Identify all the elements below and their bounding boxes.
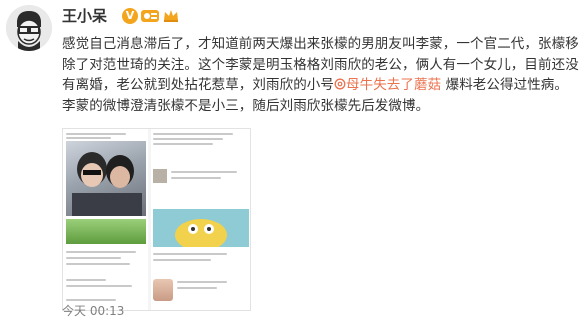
couple-photo [66, 141, 146, 216]
post-text: 感觉自己消息滞后了，才知道前两天爆出来张檬的男朋友叫李蒙，一个官二代，张檬移除了… [62, 34, 580, 116]
screenshot-text-line [171, 171, 237, 173]
screenshot-text-line [153, 143, 213, 145]
screenshot-text-line [66, 285, 132, 287]
at-mention-icon [334, 78, 346, 90]
crown-badge-icon[interactable] [162, 8, 180, 24]
weibo-post: 王小呆 V 感觉自己消息滞后了，才知道前两天爆出来张檬的男朋友叫李蒙，一个官二代… [0, 0, 585, 327]
landscape-photo [66, 219, 146, 244]
screenshot-text-line [66, 263, 130, 265]
small-thumbnail [153, 169, 167, 183]
post-timestamp[interactable]: 今天 00:13 [62, 303, 124, 319]
screenshot-text-line [66, 299, 116, 301]
screenshot-text-line [66, 133, 126, 135]
cartoon-character-photo [153, 209, 249, 251]
screenshot-text-line [153, 138, 223, 140]
baby-photo [153, 279, 173, 301]
cartoon-illustration [153, 209, 249, 251]
screenshot-text-line [153, 259, 211, 261]
couple-photo-illustration [72, 152, 142, 216]
user-mention-link[interactable]: 母牛失去了蘑菇 [346, 77, 441, 93]
user-badges: V [122, 6, 180, 26]
screenshot-text-line [66, 279, 106, 281]
user-avatar[interactable] [6, 5, 52, 51]
screenshot-text-line [153, 253, 227, 255]
screenshot-text-line [177, 281, 227, 283]
screenshot-text-line [66, 137, 111, 139]
screenshot-left-column [63, 129, 148, 310]
attached-screenshot-image[interactable] [62, 128, 251, 311]
screenshot-text-line [153, 133, 233, 135]
cartoon-glasses-avatar-icon [6, 5, 52, 51]
screenshot-text-line [177, 287, 217, 289]
screenshot-text-line [66, 251, 136, 253]
verified-badge-icon[interactable]: V [122, 8, 138, 24]
member-badge-icon[interactable] [140, 8, 160, 24]
username[interactable]: 王小呆 [62, 6, 107, 26]
screenshot-text-line [171, 177, 221, 179]
screenshot-right-column [151, 129, 250, 310]
screenshot-text-line [66, 257, 121, 259]
